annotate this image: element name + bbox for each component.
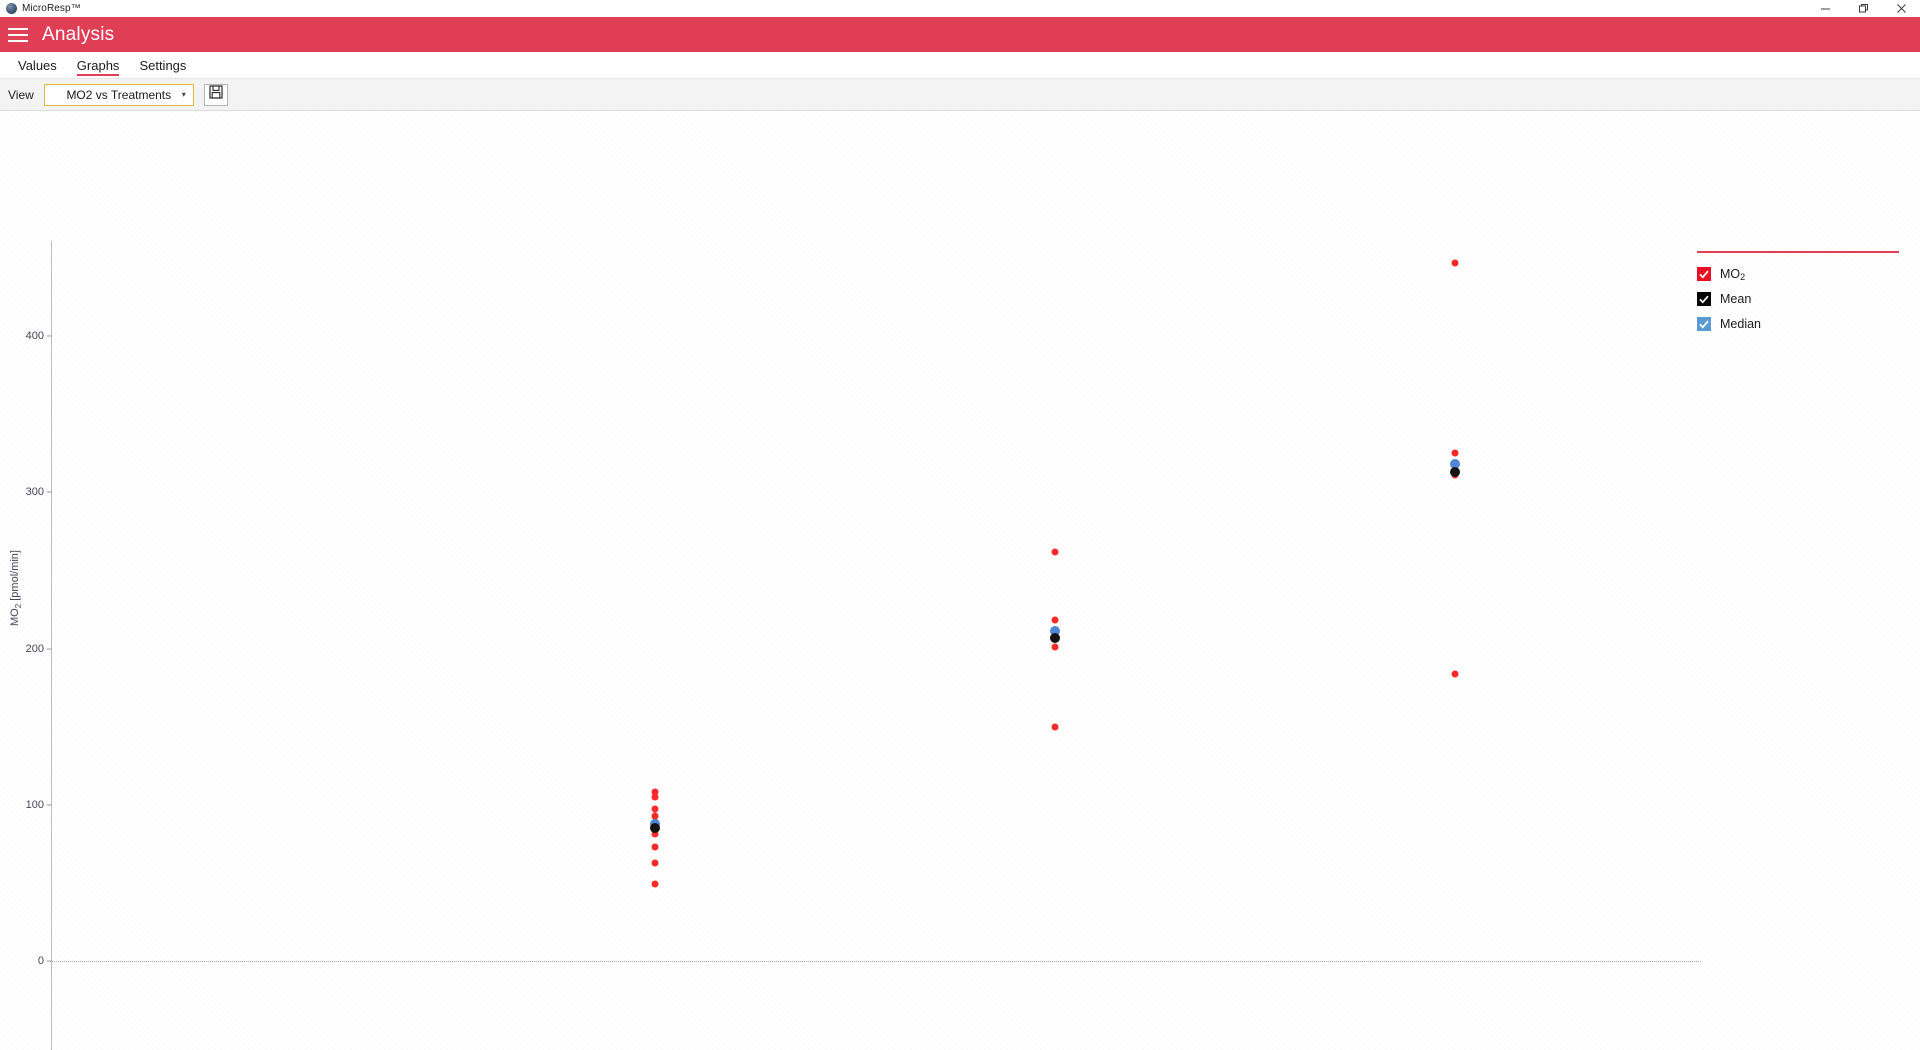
- minimize-icon[interactable]: [1806, 0, 1844, 17]
- y-axis-line: [51, 241, 52, 1050]
- window-titlebar: MicroResp™: [0, 0, 1920, 17]
- view-select-value: MO2 vs Treatments: [66, 87, 172, 102]
- app-title: MicroResp™: [22, 3, 81, 14]
- save-button[interactable]: [203, 83, 228, 106]
- data-point-mo2: [1451, 670, 1459, 677]
- checkbox-mean-icon[interactable]: [1697, 292, 1711, 306]
- view-select[interactable]: MO2 vs Treatments ▾: [43, 83, 194, 106]
- page-title: Analysis: [42, 23, 115, 45]
- legend-item-mo2[interactable]: MO2: [1697, 262, 1897, 287]
- save-floppy-icon: [209, 85, 223, 104]
- app-logo-icon: [6, 3, 17, 14]
- y-tick-label: 0: [37, 955, 44, 967]
- graph-toolbar: View MO2 vs Treatments ▾: [0, 79, 1920, 111]
- y-tick-mark: [47, 648, 52, 649]
- y-tick-mark: [47, 960, 52, 962]
- y-tick-label: 300: [25, 486, 44, 499]
- data-point-mo2: [1051, 643, 1059, 651]
- y-tick-mark: [47, 491, 52, 493]
- y-tick-label: 400: [25, 330, 44, 342]
- legend-label-median: Median: [1720, 317, 1761, 331]
- data-point-mo2: [1051, 723, 1059, 731]
- data-point-mean: [1050, 632, 1060, 643]
- legend-label-mo2: MO2: [1720, 267, 1746, 282]
- window-controls: [1806, 0, 1920, 17]
- data-point-mo2: [1451, 449, 1459, 457]
- checkbox-median-icon[interactable]: [1697, 317, 1711, 331]
- data-point-mo2: [651, 859, 659, 867]
- menu-item-values[interactable]: Values: [8, 55, 67, 76]
- data-point-mo2: [651, 793, 659, 801]
- y-tick-mark: [47, 804, 52, 806]
- close-icon[interactable]: [1882, 0, 1920, 17]
- data-point-mo2: [1051, 548, 1059, 556]
- data-point-mo2: [651, 843, 659, 851]
- y-tick-label: 100: [25, 798, 44, 811]
- app-header: Analysis: [0, 17, 1920, 52]
- chart-canvas: MO2 [pmol/min] 0100200300400 ControlTrea…: [0, 111, 1920, 1050]
- legend-label-mean: Mean: [1720, 292, 1752, 306]
- restore-icon[interactable]: [1844, 0, 1882, 17]
- data-point-mo2: [1451, 259, 1459, 267]
- legend-item-mean[interactable]: Mean: [1697, 287, 1897, 312]
- zero-reference-line: [51, 961, 1701, 962]
- titlebar-app-identity: MicroResp™: [0, 3, 81, 14]
- legend-label-mo2-text: MO: [1720, 267, 1741, 281]
- data-point-mo2: [651, 880, 659, 888]
- legend-divider: [1697, 251, 1899, 253]
- chevron-down-icon: ▾: [181, 89, 186, 99]
- chart-legend: MO2 Mean Median: [1697, 251, 1899, 337]
- data-point-mo2: [1051, 616, 1059, 624]
- view-label: View: [8, 87, 34, 102]
- legend-label-mo2-sub: 2: [1740, 272, 1746, 282]
- y-axis-title: MO2 [pmol/min]: [9, 550, 24, 626]
- legend-item-median[interactable]: Median: [1697, 312, 1897, 337]
- y-tick-label: 200: [25, 642, 44, 655]
- data-point-mean: [650, 823, 660, 834]
- main-menubar: Values Graphs Settings: [0, 52, 1920, 79]
- y-tick-mark: [47, 335, 52, 337]
- data-point-mean: [1450, 466, 1460, 477]
- hamburger-icon[interactable]: [8, 27, 28, 43]
- menu-item-graphs[interactable]: Graphs: [67, 55, 130, 76]
- checkbox-mo2-icon[interactable]: [1697, 267, 1711, 281]
- menu-item-settings[interactable]: Settings: [129, 55, 196, 76]
